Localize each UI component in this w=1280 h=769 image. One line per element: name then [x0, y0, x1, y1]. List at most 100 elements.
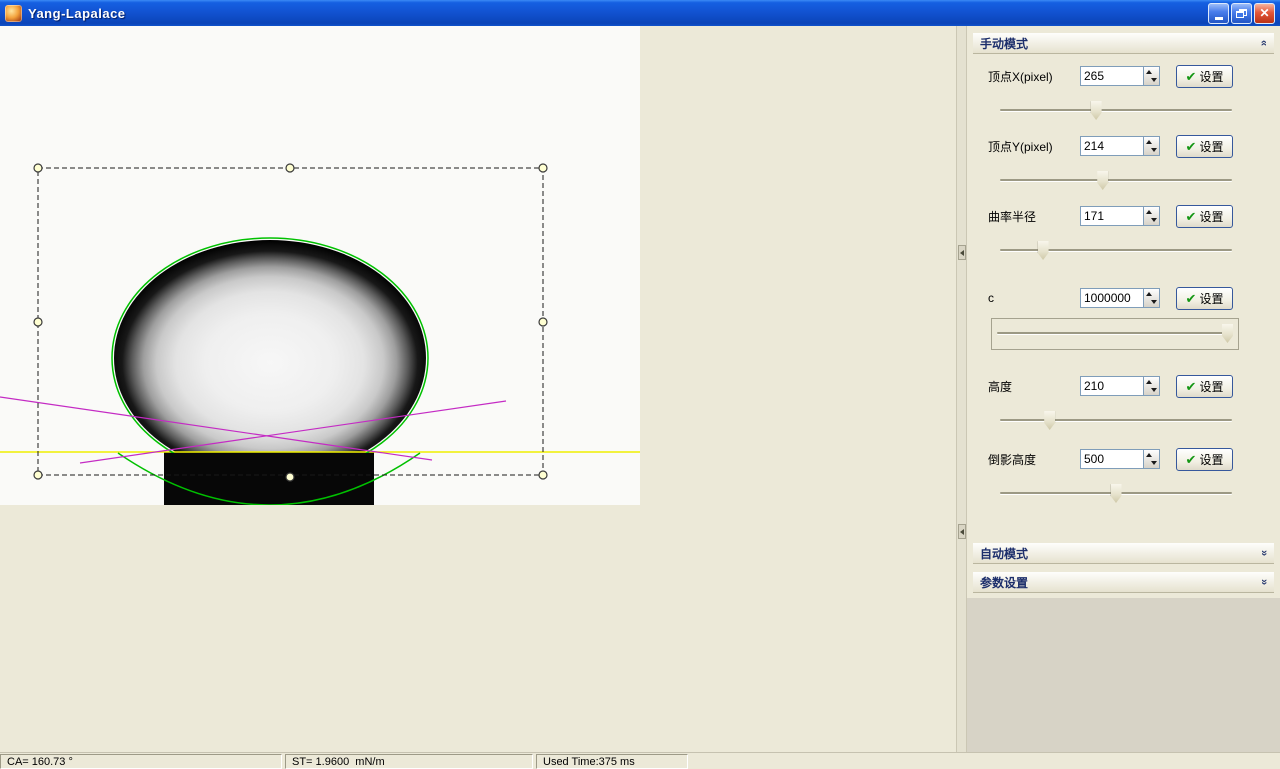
- panel-empty-area: [967, 598, 1280, 752]
- vertex-x-row: 顶点X(pixel) ✔ 设置: [967, 64, 1280, 88]
- window-title: Yang-Lapalace: [28, 6, 126, 21]
- c-parameter-set-button[interactable]: ✔ 设置: [1176, 287, 1233, 310]
- spin-up-icon: [1146, 210, 1152, 214]
- curvature-radius-spinner[interactable]: [1143, 207, 1159, 225]
- set-button-label: 设置: [1199, 378, 1223, 395]
- statusbar: CA= 160.73 ° ST= 1.9600 mN/m Used Time:3…: [0, 752, 1280, 769]
- height-slider: [967, 410, 1280, 432]
- close-icon: ✕: [1259, 7, 1269, 19]
- reflection-height-label: 倒影高度: [988, 451, 1080, 468]
- selection-handle-bottom-right[interactable]: [539, 471, 547, 479]
- restore-icon: [1236, 9, 1247, 18]
- reflection-height-set-button[interactable]: ✔ 设置: [1176, 448, 1233, 471]
- vertex-y-spinner[interactable]: [1143, 137, 1159, 155]
- reflection-height-input-group: [1080, 449, 1160, 469]
- set-button-label: 设置: [1199, 290, 1223, 307]
- set-button-label: 设置: [1199, 68, 1223, 85]
- height-input-group: [1080, 376, 1160, 396]
- app-window: Yang-Lapalace ✕: [0, 0, 1280, 769]
- control-panel: 手动模式 » 顶点X(pixel) ✔ 设置 顶点Y(pixel): [967, 26, 1280, 752]
- maximize-restore-button[interactable]: [1231, 3, 1252, 24]
- spin-down-icon: [1151, 388, 1157, 392]
- height-set-button[interactable]: ✔ 设置: [1176, 375, 1233, 398]
- c-parameter-input-group: [1080, 288, 1160, 308]
- curvature-radius-row: 曲率半径 ✔ 设置: [967, 204, 1280, 228]
- c-parameter-slider-box: [991, 318, 1239, 350]
- selection-handle-mid-right[interactable]: [539, 318, 547, 326]
- vertex-y-input[interactable]: [1081, 137, 1143, 155]
- spin-down-icon: [1151, 461, 1157, 465]
- section-header-auto-mode[interactable]: 自动模式 »: [973, 543, 1274, 564]
- splitter-collapse-top-button[interactable]: [958, 245, 966, 260]
- c-parameter-spinner[interactable]: [1143, 289, 1159, 307]
- chevron-down-icon[interactable]: »: [1258, 550, 1270, 556]
- minimize-icon: [1215, 17, 1223, 20]
- minimize-button[interactable]: [1208, 3, 1229, 24]
- collapse-arrow-icon: [960, 529, 964, 535]
- contact-angle-status: CA= 160.73 °: [0, 754, 282, 769]
- spin-up-icon: [1146, 140, 1152, 144]
- c-parameter-input[interactable]: [1081, 289, 1143, 307]
- vertex-y-input-group: [1080, 136, 1160, 156]
- vertex-y-row: 顶点Y(pixel) ✔ 设置: [967, 134, 1280, 158]
- height-slider-thumb[interactable]: [1044, 411, 1055, 430]
- droplet-image[interactable]: [0, 26, 640, 505]
- used-time-status: Used Time:375 ms: [536, 754, 688, 769]
- selection-handle-top-right[interactable]: [539, 164, 547, 172]
- titlebar[interactable]: Yang-Lapalace ✕: [0, 0, 1280, 26]
- curvature-radius-slider-thumb[interactable]: [1038, 241, 1049, 260]
- vertex-x-slider-thumb[interactable]: [1091, 101, 1102, 120]
- slider-track: [1000, 109, 1232, 111]
- vertex-y-label: 顶点Y(pixel): [988, 138, 1080, 155]
- vertex-y-slider: [967, 170, 1280, 192]
- slider-track: [997, 332, 1233, 334]
- section-header-parameter-settings[interactable]: 参数设置 »: [973, 572, 1274, 593]
- check-icon: ✔: [1186, 210, 1197, 223]
- selection-handle-top-left[interactable]: [34, 164, 42, 172]
- c-parameter-slider-thumb[interactable]: [1222, 324, 1233, 343]
- height-row: 高度 ✔ 设置: [967, 374, 1280, 398]
- selection-handle-mid-left[interactable]: [34, 318, 42, 326]
- reflection-height-spinner[interactable]: [1143, 450, 1159, 468]
- reflection-height-input[interactable]: [1081, 450, 1143, 468]
- selection-handle-bottom-mid[interactable]: [286, 473, 294, 481]
- panel-splitter[interactable]: [956, 26, 967, 752]
- surface-tension-status: ST= 1.9600 mN/m: [285, 754, 533, 769]
- curvature-radius-input[interactable]: [1081, 207, 1143, 225]
- auto-mode-title: 自动模式: [980, 545, 1261, 562]
- vertex-x-input[interactable]: [1081, 67, 1143, 85]
- slider-track: [1000, 419, 1232, 421]
- spin-up-icon: [1146, 380, 1152, 384]
- set-button-label: 设置: [1199, 451, 1223, 468]
- chevron-up-icon[interactable]: »: [1258, 40, 1270, 46]
- close-button[interactable]: ✕: [1254, 3, 1275, 24]
- spin-down-icon: [1151, 300, 1157, 304]
- spin-down-icon: [1151, 218, 1157, 222]
- check-icon: ✔: [1186, 70, 1197, 83]
- selection-handle-bottom-left[interactable]: [34, 471, 42, 479]
- spin-down-icon: [1151, 148, 1157, 152]
- splitter-collapse-bottom-button[interactable]: [958, 524, 966, 539]
- vertex-x-spinner[interactable]: [1143, 67, 1159, 85]
- height-input[interactable]: [1081, 377, 1143, 395]
- reflection-height-slider-thumb[interactable]: [1111, 484, 1122, 503]
- curvature-radius-set-button[interactable]: ✔ 设置: [1176, 205, 1233, 228]
- window-controls: ✕: [1208, 3, 1275, 24]
- reflection-height-row: 倒影高度 ✔ 设置: [967, 447, 1280, 471]
- check-icon: ✔: [1186, 140, 1197, 153]
- parameter-settings-title: 参数设置: [980, 574, 1261, 591]
- height-label: 高度: [988, 378, 1080, 395]
- substrate-pillar: [164, 452, 374, 505]
- curvature-radius-label: 曲率半径: [988, 208, 1080, 225]
- c-parameter-row: c ✔ 设置: [967, 286, 1280, 310]
- height-spinner[interactable]: [1143, 377, 1159, 395]
- vertex-x-set-button[interactable]: ✔ 设置: [1176, 65, 1233, 88]
- selection-handle-top-mid[interactable]: [286, 164, 294, 172]
- slider-track: [1000, 179, 1232, 181]
- vertex-y-set-button[interactable]: ✔ 设置: [1176, 135, 1233, 158]
- vertex-y-slider-thumb[interactable]: [1097, 171, 1108, 190]
- section-header-manual-mode[interactable]: 手动模式 »: [973, 33, 1274, 54]
- reflection-height-slider: [967, 483, 1280, 505]
- chevron-down-icon[interactable]: »: [1258, 579, 1270, 585]
- check-icon: ✔: [1186, 453, 1197, 466]
